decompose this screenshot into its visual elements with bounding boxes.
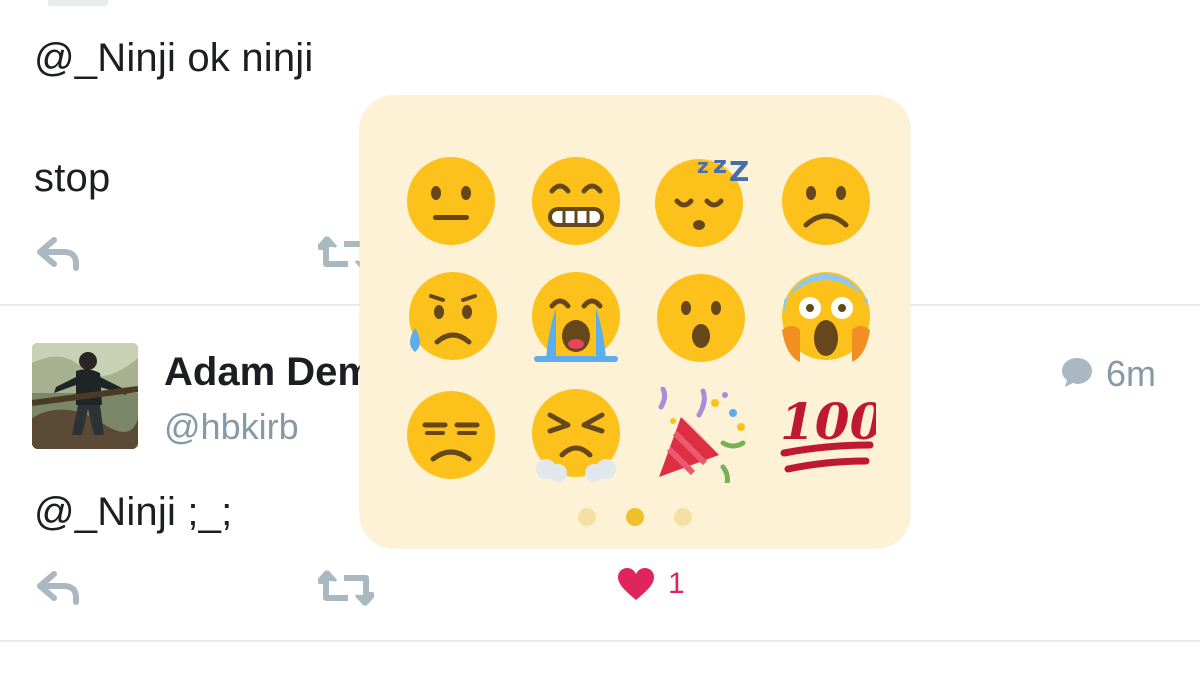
party-popper-icon [658, 386, 745, 483]
emoji-sad-but-relieved-face[interactable] [388, 259, 513, 376]
retweet-icon [318, 568, 374, 608]
like-button[interactable]: 1 [616, 566, 685, 602]
hushed-face-icon [656, 273, 745, 362]
emoji-grid: z z Z 100 [388, 142, 888, 493]
reply-arrow-icon [36, 570, 82, 606]
emoji-party-popper[interactable] [638, 376, 763, 493]
emoji-picker: z z Z 100 [360, 96, 910, 548]
avatar[interactable] [32, 343, 138, 449]
comment-bubble-icon [1060, 356, 1094, 393]
like-count: 1 [668, 567, 685, 600]
emoji-sleeping-face[interactable]: z z Z [638, 142, 763, 259]
page-dot[interactable] [578, 508, 596, 526]
svg-text:z: z [713, 153, 727, 179]
tweet-divider [0, 640, 1200, 642]
unamused-face-icon [406, 390, 495, 479]
page-dot[interactable] [674, 508, 692, 526]
page-dot-active[interactable] [626, 508, 644, 526]
emoji-face-screaming-in-fear[interactable] [763, 259, 888, 376]
svg-text:z: z [697, 154, 709, 178]
tweet-meta: 6m [1060, 353, 1156, 395]
screaming-face-icon [781, 271, 870, 362]
emoji-hundred-points[interactable]: 100 [763, 376, 888, 493]
emoji-face-with-steam-from-nose[interactable] [513, 376, 638, 493]
reply-button[interactable] [36, 236, 82, 272]
tweet-text-line: @_Ninji ok ninji [34, 36, 314, 80]
tweet-text: @_Ninji ;_; [34, 490, 233, 534]
emoji-loudly-crying-face[interactable] [513, 259, 638, 376]
svg-text:Z: Z [729, 155, 749, 188]
retweet-button[interactable] [318, 568, 374, 608]
grimacing-face-icon [531, 156, 620, 245]
timeline: @_Ninji ok ninji stop 1 [0, 0, 1200, 675]
heart-icon [616, 566, 656, 602]
picker-page-indicator [578, 508, 692, 526]
frowning-face-icon [781, 156, 870, 245]
emoji-grimacing-face[interactable] [513, 142, 638, 259]
tweet-timestamp[interactable]: 6m [1106, 353, 1156, 395]
neutral-face-icon [406, 156, 495, 245]
hundred-points-icon: 100 [780, 392, 876, 472]
author-handle[interactable]: @hbkirb [164, 406, 299, 448]
tweet-text-line: stop [34, 156, 111, 200]
reply-arrow-icon [36, 236, 82, 272]
reply-button[interactable] [36, 570, 82, 606]
emoji-neutral-face[interactable] [388, 142, 513, 259]
emoji-frowning-face[interactable] [763, 142, 888, 259]
steam-nose-face-icon [531, 388, 620, 482]
loudly-crying-face-icon [531, 271, 620, 362]
emoji-hushed-face[interactable] [638, 259, 763, 376]
previous-tweet-edge [48, 0, 108, 6]
sleeping-face-icon: z z Z [654, 153, 749, 247]
sad-relieved-face-icon [408, 271, 497, 360]
emoji-unamused-face[interactable] [388, 376, 513, 493]
